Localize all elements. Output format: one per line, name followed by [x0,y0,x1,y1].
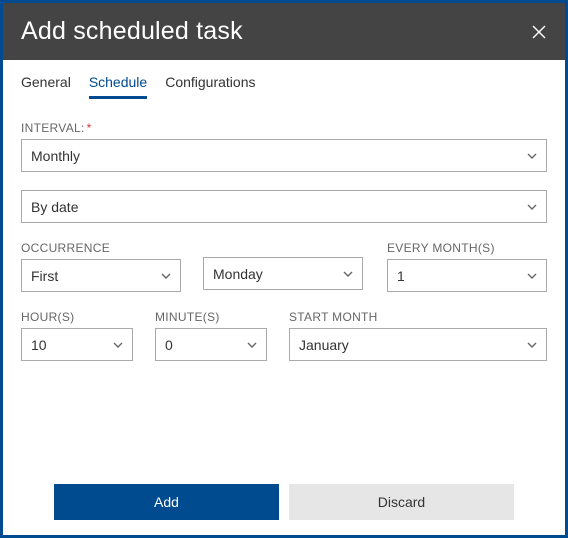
bydate-select-wrap: By date [21,190,547,223]
occurrence-label: OCCURRENCE [21,241,181,255]
hours-select[interactable]: 10 [21,328,133,361]
tab-bar: General Schedule Configurations [3,60,565,99]
hours-select-wrap: 10 [21,328,133,361]
tab-general[interactable]: General [21,74,71,99]
everymonths-select[interactable]: 1 [387,259,547,292]
occurrence-select-wrap: First [21,259,181,292]
startmonth-label: START MONTH [289,310,547,324]
everymonths-select-wrap: 1 [387,259,547,292]
interval-label-text: INTERVAL: [21,121,85,135]
startmonth-value: January [299,337,349,353]
interval-select-wrap: Monthly [21,139,547,172]
dialog-footer: Add Discard [0,484,568,520]
bydate-select[interactable]: By date [21,190,547,223]
startmonth-select[interactable]: January [289,328,547,361]
dayofweek-select-wrap: Monday [203,257,363,290]
everymonths-label: EVERY MONTH(S) [387,241,547,255]
bydate-value: By date [31,199,78,215]
dialog-header: Add scheduled task [3,3,565,60]
discard-button[interactable]: Discard [289,484,514,520]
required-indicator: * [87,121,92,135]
occurrence-select[interactable]: First [21,259,181,292]
startmonth-select-wrap: January [289,328,547,361]
dayofweek-select[interactable]: Monday [203,257,363,290]
dialog-title: Add scheduled task [21,17,243,46]
interval-label: INTERVAL:* [21,121,547,135]
minutes-value: 0 [165,337,173,353]
everymonths-value: 1 [397,268,405,284]
minutes-select[interactable]: 0 [155,328,267,361]
dayofweek-value: Monday [213,266,263,282]
interval-value: Monthly [31,148,80,164]
hours-label: HOUR(S) [21,310,133,324]
minutes-label: MINUTE(S) [155,310,267,324]
close-icon[interactable] [531,24,547,40]
form-area: INTERVAL:* Monthly By date OCCURRENCE Fi… [3,99,565,371]
hours-value: 10 [31,337,47,353]
minutes-select-wrap: 0 [155,328,267,361]
occurrence-value: First [31,268,58,284]
add-button[interactable]: Add [54,484,279,520]
interval-select[interactable]: Monthly [21,139,547,172]
tab-schedule[interactable]: Schedule [89,74,147,99]
tab-configurations[interactable]: Configurations [165,74,255,99]
